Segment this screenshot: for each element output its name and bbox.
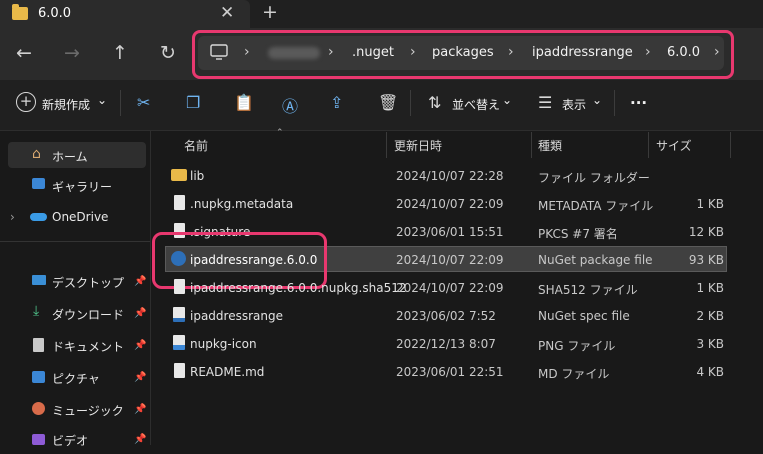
share-icon[interactable]: ⇪ [330,93,343,112]
new-plus-icon: + [16,92,36,112]
sidebar-label: デスクトップ [52,276,125,290]
new-button[interactable]: 新規作成 [42,96,90,113]
file-size: 1 KB [696,197,724,211]
column-separator[interactable] [531,132,532,158]
nuspec-icon [173,307,185,322]
toolbar-divider [120,90,121,116]
column-separator[interactable] [386,132,387,158]
sidebar-label: ホーム [52,150,88,164]
sidebar-divider [0,241,150,242]
file-type: ファイル フォルダー [538,171,650,185]
file-modified: 2024/10/07 22:09 [396,197,504,211]
video-icon [32,434,45,445]
folder-icon [171,169,187,181]
file-name: ipaddressrange.6.0.0.nupkg.sha512 [190,281,407,295]
desktop-icon [32,275,46,285]
file-size: 2 KB [696,309,724,323]
sort-arrow-icon: ⌃ [276,128,284,138]
pin-icon[interactable]: 📌 [134,434,146,445]
column-separator[interactable] [730,132,731,158]
music-icon [32,402,45,415]
file-icon [174,279,185,294]
file-modified: 2024/10/07 22:09 [396,281,504,295]
sidebar-label: ダウンロード [52,308,125,322]
delete-icon[interactable]: 🗑 [378,93,398,112]
file-name: ipaddressrange [190,309,283,323]
new-chevron-icon[interactable]: ⌄ [97,93,107,107]
file-name: README.md [190,365,265,379]
file-type: NuGet package file [538,253,653,267]
rename-icon[interactable]: Ⓐ [282,93,298,117]
file-modified: 2024/10/07 22:09 [396,253,504,267]
forward-button[interactable]: → [64,42,80,64]
close-tab-icon[interactable]: ✕ [220,3,234,23]
column-header-size[interactable]: サイズ [656,137,692,154]
view-button[interactable]: 表示 [562,96,586,113]
file-type: METADATA ファイル [538,199,654,213]
sidebar-label: ビデオ [52,434,89,448]
sidebar-label: ドキュメント [52,340,125,354]
sort-button[interactable]: 並べ替え [452,96,500,113]
file-size: 3 KB [696,337,724,351]
toolbar-divider [410,90,411,116]
pin-icon[interactable]: 📌 [134,404,146,415]
file-name: lib [190,169,205,183]
view-chevron-icon[interactable]: ⌄ [592,93,602,107]
file-type: PNG ファイル [538,339,616,353]
pin-icon[interactable]: 📌 [134,276,146,287]
sidebar-label: ミュージック [52,404,124,418]
column-header-name[interactable]: 名前 [184,137,208,154]
new-tab-button[interactable]: + [262,1,278,23]
refresh-button[interactable]: ↻ [160,42,176,64]
column-separator[interactable] [648,132,649,158]
copy-icon[interactable]: ❐ [186,93,200,112]
pin-icon[interactable]: 📌 [134,340,146,351]
file-modified: 2023/06/02 7:52 [396,309,496,323]
file-name: .nupkg.metadata [190,197,294,211]
back-button[interactable]: ← [16,42,32,64]
file-size: 12 KB [688,225,724,239]
pin-icon[interactable]: 📌 [134,372,146,383]
pin-icon[interactable]: 📌 [134,308,146,319]
file-modified: 2022/12/13 8:07 [396,337,496,351]
file-size: 4 KB [696,365,724,379]
file-type: MD ファイル [538,367,610,381]
up-button[interactable]: ↑ [112,42,128,64]
folder-icon [12,4,28,20]
view-icon: ☰ [538,93,553,112]
file-type: SHA512 ファイル [538,283,638,297]
gallery-icon [32,178,45,189]
column-header-modified[interactable]: 更新日時 [394,137,442,154]
file-icon [174,195,185,210]
more-options-icon[interactable]: ··· [630,94,647,112]
sidebar-label: ピクチャ [52,372,100,386]
column-header-type[interactable]: 種類 [538,137,562,154]
address-highlight-box [192,30,734,79]
file-type: PKCS #7 署名 [538,227,618,241]
file-icon [174,363,185,378]
file-modified: 2023/06/01 15:51 [396,225,504,239]
paste-icon[interactable]: 📋 [234,93,254,112]
pane-divider[interactable] [150,131,151,445]
cut-icon[interactable]: ✂ [137,93,150,112]
file-name: nupkg-icon [190,337,257,351]
sidebar-label: OneDrive [52,210,109,224]
onedrive-icon [30,213,47,221]
pictures-icon [32,371,45,383]
home-icon: ⌂ [32,146,41,162]
file-type: NuGet spec file [538,309,630,323]
download-icon: ⤓ [33,303,40,319]
file-modified: 2023/06/01 22:51 [396,365,504,379]
file-size: 93 KB [688,253,724,267]
png-icon [173,335,185,350]
sort-chevron-icon[interactable]: ⌄ [502,93,512,107]
toolbar-divider [614,90,615,116]
file-size: 1 KB [696,281,724,295]
tab-title: 6.0.0 [38,6,72,21]
sort-icon: ⇅ [428,93,442,112]
documents-icon [33,338,44,352]
sidebar-label: ギャラリー [52,180,113,194]
file-modified: 2024/10/07 22:28 [396,169,504,183]
